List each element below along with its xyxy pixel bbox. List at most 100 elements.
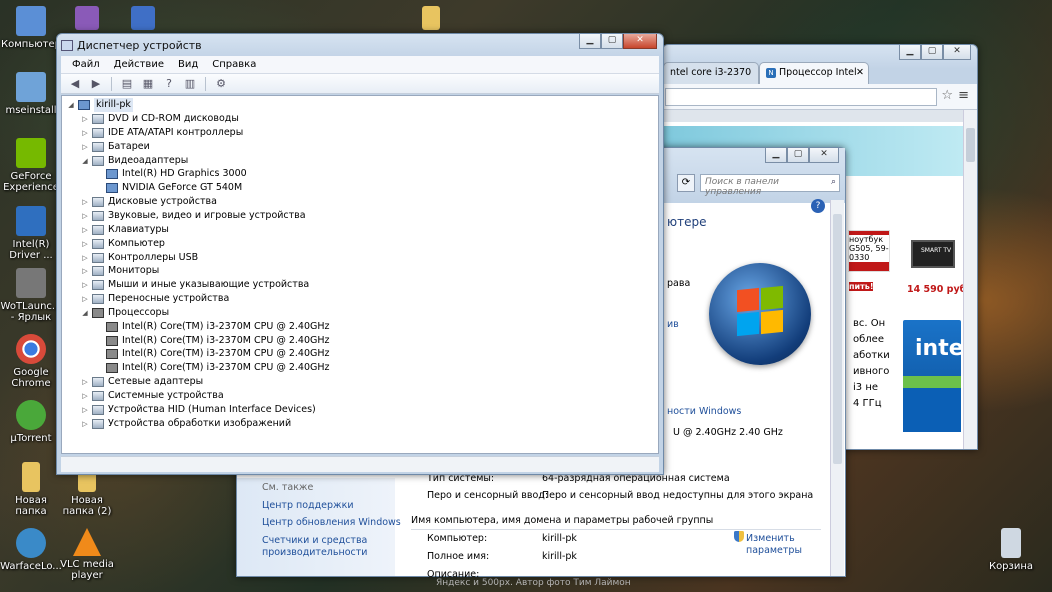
- menu-view[interactable]: Вид: [171, 56, 205, 73]
- menu-action[interactable]: Действие: [107, 56, 171, 73]
- expand-arrow-icon[interactable]: ▷: [80, 195, 90, 209]
- desktop-icon-utorrent[interactable]: µTorrent: [0, 400, 62, 444]
- tree-category[interactable]: ▷ Батареи: [80, 140, 150, 154]
- tree-device[interactable]: Intel(R) HD Graphics 3000: [94, 167, 247, 181]
- url-input[interactable]: [665, 88, 937, 106]
- tab-intel-processor[interactable]: N Процессор Intel ✕: [759, 62, 869, 84]
- processor-icon: [106, 321, 118, 332]
- desktop-icon-folder[interactable]: [400, 6, 462, 33]
- tree-category[interactable]: ▷ Дисковые устройства: [80, 195, 217, 209]
- expand-arrow-icon[interactable]: ▷: [80, 237, 90, 251]
- expand-arrow-icon[interactable]: ▷: [80, 403, 90, 417]
- tree-category[interactable]: ▷ Устройства HID (Human Interface Devices…: [80, 403, 316, 417]
- tree-category[interactable]: ▷ Устройства обработки изображений: [80, 417, 291, 431]
- tree-category[interactable]: ◢ Видеоадаптеры: [80, 154, 188, 168]
- desktop-icon-mseinstall[interactable]: mseinstall: [0, 72, 62, 116]
- desktop-icon-warface[interactable]: WarfaceLo...: [0, 528, 62, 572]
- close-button[interactable]: ✕: [809, 148, 839, 163]
- tree-category[interactable]: ▷ Системные устройства: [80, 389, 224, 403]
- refresh-icon[interactable]: ⟳: [677, 174, 695, 192]
- expand-arrow-icon[interactable]: ▷: [80, 389, 90, 403]
- tree-category[interactable]: ▷ IDE ATA/ATAPI контроллеры: [80, 126, 243, 140]
- performance-tools-link[interactable]: Счетчики и средства производительности: [262, 535, 372, 559]
- desktop-icon-computer[interactable]: Компьютер: [0, 6, 62, 50]
- expand-arrow-icon[interactable]: ▷: [80, 375, 90, 389]
- device-icon: [92, 391, 104, 401]
- tree-category[interactable]: ▷ DVD и CD-ROM дисководы: [80, 112, 239, 126]
- desktop-icon-new-folder[interactable]: Новая папка: [0, 462, 62, 517]
- star-icon[interactable]: ☆: [941, 88, 953, 103]
- wallpaper-credit: Яндекс и 500px. Автор фото Тим Лаймон: [436, 578, 631, 588]
- tree-device[interactable]: Intel(R) Core(TM) i3-2370M CPU @ 2.40GHz: [94, 361, 330, 375]
- expand-arrow-icon[interactable]: ▷: [80, 209, 90, 223]
- expand-arrow-icon[interactable]: ▷: [80, 140, 90, 154]
- desktop-icon-geforce[interactable]: GeForce Experience: [0, 138, 62, 193]
- windows-update-link[interactable]: Центр обновления Windows: [262, 517, 401, 528]
- desktop-icon-vlc[interactable]: VLC media player: [56, 528, 118, 581]
- minimize-button[interactable]: ▁: [579, 34, 601, 49]
- expand-arrow-icon[interactable]: ▷: [80, 112, 90, 126]
- warface-icon: [16, 528, 46, 558]
- expand-arrow-icon[interactable]: ▷: [80, 278, 90, 292]
- desktop-icon-word[interactable]: [112, 6, 174, 33]
- tree-device[interactable]: Intel(R) Core(TM) i3-2370M CPU @ 2.40GHz: [94, 347, 330, 361]
- menu-icon[interactable]: ≡: [958, 88, 969, 103]
- maximize-button[interactable]: ▢: [787, 148, 809, 163]
- scan-hardware-icon[interactable]: ⚙: [213, 77, 229, 91]
- tab-intel-core[interactable]: ntel core i3-2370: [663, 62, 759, 84]
- tree-category[interactable]: ▷ Клавиатуры: [80, 223, 169, 237]
- collapse-arrow-icon[interactable]: ◢: [80, 154, 90, 168]
- control-panel-scrollbar[interactable]: [830, 200, 844, 576]
- tree-device[interactable]: NVIDIA GeForce GT 540M: [94, 181, 242, 195]
- desktop-icon-chrome[interactable]: Google Chrome: [0, 334, 62, 389]
- close-button[interactable]: ✕: [943, 45, 971, 60]
- control-panel-search-input[interactable]: Поиск в панели управления ⌕: [700, 174, 840, 197]
- expand-arrow-icon[interactable]: ▷: [80, 264, 90, 278]
- help-icon[interactable]: ?: [161, 77, 177, 91]
- tree-category[interactable]: ▷ Контроллеры USB: [80, 251, 198, 265]
- tree-category[interactable]: ▷ Звуковые, видео и игровые устройства: [80, 209, 306, 223]
- close-button[interactable]: ✕: [623, 34, 657, 49]
- ad-tv-image[interactable]: [911, 240, 955, 268]
- tree-device[interactable]: Intel(R) Core(TM) i3-2370M CPU @ 2.40GHz: [94, 334, 330, 348]
- minimize-button[interactable]: ▁: [899, 45, 921, 60]
- change-settings-link[interactable]: Изменить параметры: [746, 533, 816, 557]
- tree-category[interactable]: ▷ Сетевые адаптеры: [80, 375, 203, 389]
- tree-category[interactable]: ▷ Компьютер: [80, 237, 165, 251]
- action-center-link[interactable]: Центр поддержки: [262, 500, 354, 511]
- menu-help[interactable]: Справка: [205, 56, 263, 73]
- desktop-icon-recycle-bin[interactable]: Корзина: [980, 528, 1042, 572]
- tree-root[interactable]: ◢ kirill-pk: [66, 98, 133, 112]
- forward-icon[interactable]: ▶: [88, 77, 104, 91]
- maximize-button[interactable]: ▢: [921, 45, 943, 60]
- minimize-button[interactable]: ▁: [765, 148, 787, 163]
- tab-close-icon[interactable]: ✕: [856, 63, 864, 83]
- back-icon[interactable]: ◀: [67, 77, 83, 91]
- console-tree-icon[interactable]: ▤: [119, 77, 135, 91]
- device-icon: [92, 418, 104, 429]
- collapse-arrow-icon[interactable]: ◢: [66, 98, 76, 112]
- details-icon[interactable]: ▥: [182, 77, 198, 91]
- collapse-arrow-icon[interactable]: ◢: [80, 306, 90, 320]
- device-icon: [92, 294, 104, 305]
- tree-category[interactable]: ◢ Процессоры: [80, 306, 169, 320]
- tree-category[interactable]: ▷ Мониторы: [80, 264, 159, 278]
- tree-category[interactable]: ▷ Переносные устройства: [80, 292, 229, 306]
- properties-icon[interactable]: ▦: [140, 77, 156, 91]
- desktop-icon-intel-driver[interactable]: Intel(R) Driver ...: [0, 206, 62, 261]
- maximize-button[interactable]: ▢: [601, 34, 623, 49]
- menu-file[interactable]: Файл: [65, 56, 107, 73]
- tree-device[interactable]: Intel(R) Core(TM) i3-2370M CPU @ 2.40GHz: [94, 320, 330, 334]
- desktop-icon-app[interactable]: [56, 6, 118, 33]
- expand-arrow-icon[interactable]: ▷: [80, 251, 90, 265]
- expand-arrow-icon[interactable]: ▷: [80, 223, 90, 237]
- device-manager-window[interactable]: Диспетчер устройств ▁ ▢ ✕ Файл Действие …: [56, 33, 664, 475]
- tree-category[interactable]: ▷ Мыши и иные указывающие устройства: [80, 278, 309, 292]
- expand-arrow-icon[interactable]: ▷: [80, 417, 90, 431]
- desktop-icon-wot[interactable]: WoTLaunc... - Ярлык: [0, 268, 62, 323]
- help-icon[interactable]: ?: [811, 199, 825, 213]
- expand-arrow-icon[interactable]: ▷: [80, 126, 90, 140]
- browser-tabs: ntel core i3-2370 N Процессор Intel ✕: [663, 62, 977, 84]
- browser-scrollbar[interactable]: [963, 110, 977, 449]
- expand-arrow-icon[interactable]: ▷: [80, 292, 90, 306]
